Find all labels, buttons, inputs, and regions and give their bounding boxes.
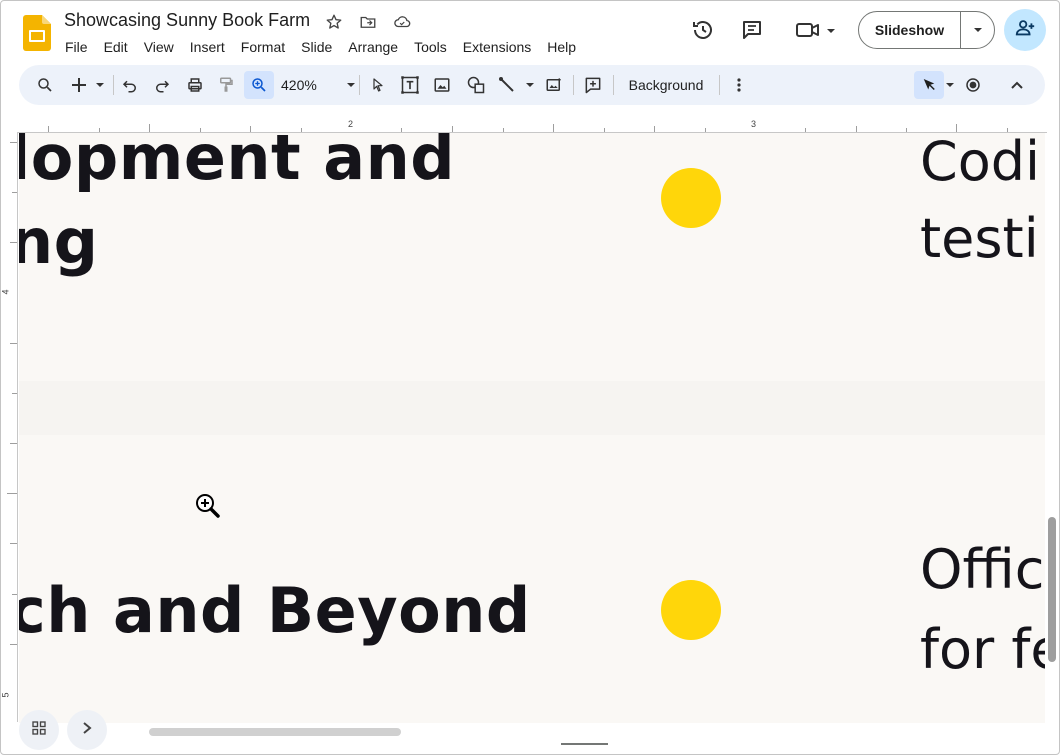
text-box-icon[interactable] <box>397 71 423 99</box>
grid-view-button[interactable] <box>19 710 59 750</box>
redo-icon[interactable] <box>149 71 175 99</box>
grid-view-icon <box>30 719 48 742</box>
background-button[interactable]: Background <box>621 71 711 99</box>
right-text-top-line2[interactable]: testi <box>920 212 1039 266</box>
right-text-bottom-line2[interactable]: for fe <box>920 623 1045 677</box>
laser-pointer-icon[interactable] <box>914 71 944 99</box>
menu-extensions[interactable]: Extensions <box>455 37 539 57</box>
zoom-select[interactable]: 420% <box>277 71 357 99</box>
add-person-icon <box>1014 17 1036 44</box>
show-filmstrip-button[interactable] <box>67 710 107 750</box>
image-icon[interactable] <box>429 71 455 99</box>
title-actions <box>323 11 413 33</box>
menu-format[interactable]: Format <box>233 37 293 57</box>
heading-top-line2[interactable]: ng <box>19 211 99 273</box>
menu-view[interactable]: View <box>136 37 182 57</box>
slides-logo-icon[interactable] <box>23 15 51 51</box>
slide-band <box>19 381 1045 435</box>
print-icon[interactable] <box>182 71 208 99</box>
new-comment-icon[interactable] <box>580 71 606 99</box>
star-icon[interactable] <box>323 11 345 33</box>
menu-file[interactable]: File <box>57 37 96 57</box>
heading-top-line1[interactable]: lopment and <box>19 133 455 189</box>
app-window: Showcasing Sunny Book Farm File Edit Vie… <box>0 0 1060 755</box>
menu-arrange[interactable]: Arrange <box>340 37 406 57</box>
ruler-label: 5 <box>0 692 11 698</box>
menu-tools[interactable]: Tools <box>406 37 455 57</box>
undo-icon[interactable] <box>117 71 143 99</box>
toolbar-divider <box>613 75 614 95</box>
record-icon[interactable] <box>960 71 986 99</box>
add-icon[interactable] <box>67 71 107 99</box>
heading-bottom[interactable]: ch and Beyond <box>19 580 531 642</box>
toolbar: 420% Background <box>19 65 1045 105</box>
comment-icon[interactable] <box>738 16 766 44</box>
replace-image-icon[interactable] <box>541 71 567 99</box>
menu-help[interactable]: Help <box>539 37 584 57</box>
yellow-dot-bottom[interactable] <box>661 580 721 640</box>
toolbar-divider <box>359 75 360 95</box>
search-icon[interactable] <box>31 71 59 99</box>
history-icon[interactable] <box>689 16 717 44</box>
video-call-icon[interactable] <box>793 16 839 44</box>
menu-bar: File Edit View Insert Format Slide Arran… <box>57 37 584 57</box>
right-text-top-line1[interactable]: Codi <box>920 135 1040 189</box>
line-icon[interactable] <box>497 71 537 99</box>
vertical-scrollbar[interactable] <box>1048 517 1056 662</box>
ruler-label: 4 <box>0 289 11 295</box>
cloud-saved-icon[interactable] <box>391 11 413 33</box>
zoom-dropdown-icon <box>347 83 355 87</box>
ruler-label: 2 <box>348 119 354 129</box>
toolbar-divider <box>719 75 720 95</box>
share-button[interactable] <box>1004 9 1046 51</box>
vertical-ruler[interactable]: 4 5 <box>1 132 18 722</box>
toolbar-divider <box>573 75 574 95</box>
next-icon <box>81 721 93 740</box>
slide-canvas[interactable]: lopment and ng ch and Beyond Codi testi … <box>19 133 1045 723</box>
filmstrip-handle[interactable] <box>561 743 608 745</box>
zoom-in-cursor <box>194 492 220 518</box>
more-icon[interactable] <box>727 71 751 99</box>
zoom-icon[interactable] <box>244 71 274 99</box>
menu-edit[interactable]: Edit <box>96 37 136 57</box>
select-icon[interactable] <box>365 71 391 99</box>
shape-icon[interactable] <box>463 71 489 99</box>
move-to-folder-icon[interactable] <box>357 11 379 33</box>
menu-insert[interactable]: Insert <box>182 37 233 57</box>
horizontal-scrollbar[interactable] <box>149 728 401 736</box>
right-text-bottom-line1[interactable]: Offic <box>920 543 1044 597</box>
document-title[interactable]: Showcasing Sunny Book Farm <box>64 10 310 31</box>
toolbar-divider <box>113 75 114 95</box>
zoom-value: 420% <box>281 77 317 93</box>
slideshow-label[interactable]: Slideshow <box>859 12 961 48</box>
slideshow-dropdown-icon[interactable] <box>961 12 994 48</box>
yellow-dot-top[interactable] <box>661 168 721 228</box>
background-label: Background <box>628 77 704 93</box>
slideshow-button[interactable]: Slideshow <box>858 11 995 49</box>
ruler-label: 3 <box>751 119 757 129</box>
menu-slide[interactable]: Slide <box>293 37 340 57</box>
paint-format-icon[interactable] <box>213 71 239 99</box>
horizontal-ruler[interactable]: 2 3 <box>1 119 1047 133</box>
laser-dropdown-icon[interactable] <box>944 71 956 99</box>
collapse-icon[interactable] <box>1004 71 1030 99</box>
